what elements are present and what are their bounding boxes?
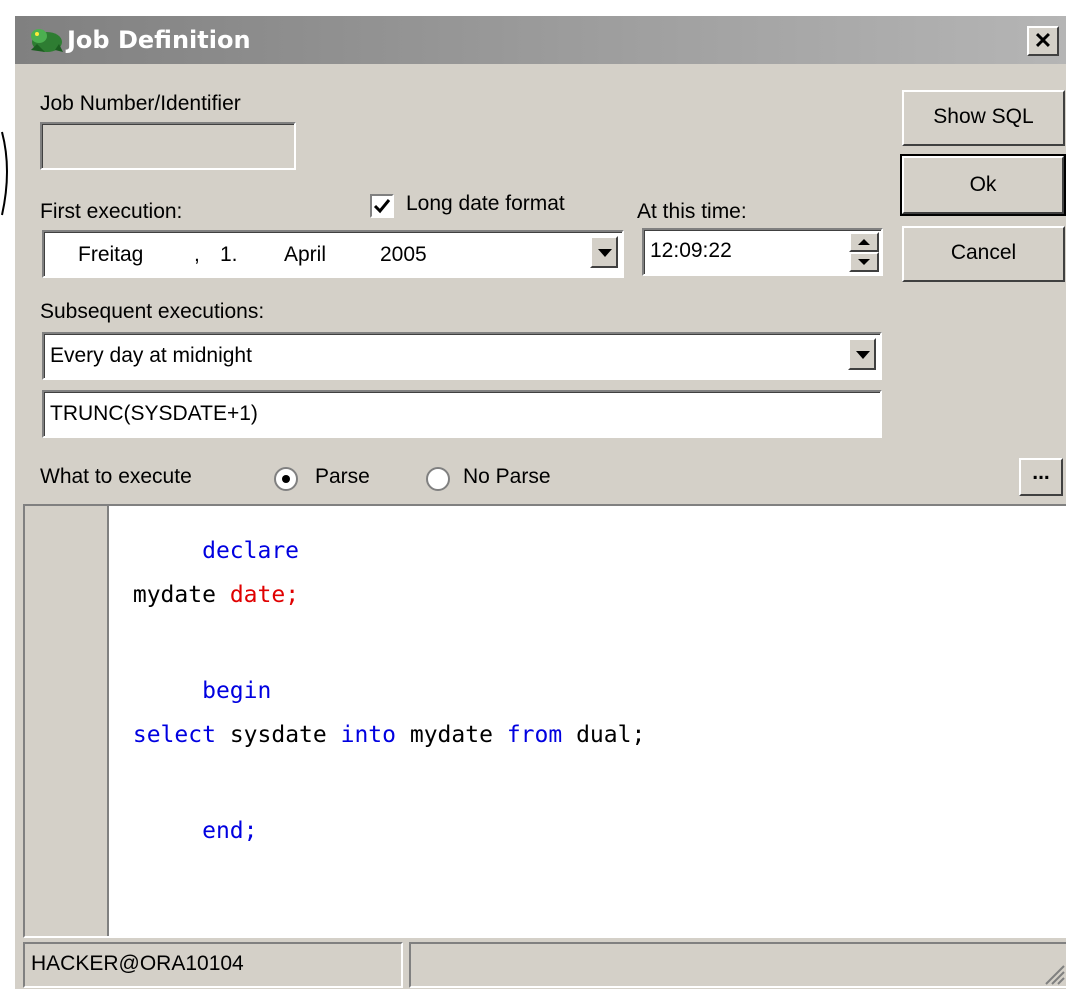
close-button[interactable]: ✕ xyxy=(1027,26,1059,56)
resize-grip-icon[interactable] xyxy=(1040,960,1066,986)
toad-icon xyxy=(31,29,63,52)
first-execution-date-picker[interactable]: Freitag , 1. April 2005 xyxy=(42,230,624,278)
subsequent-selected-value: Every day at midnight xyxy=(50,344,252,367)
interval-expression-input[interactable]: TRUNC(SYSDATE+1) xyxy=(42,390,882,438)
ok-button-default-frame: Ok xyxy=(900,154,1066,216)
date-weekday: Freitag xyxy=(78,243,144,266)
date-year: 2005 xyxy=(380,243,427,266)
check-icon xyxy=(373,199,391,214)
code-dual: dual; xyxy=(576,722,646,748)
code-keyword-end: end; xyxy=(202,818,258,844)
close-icon: ✕ xyxy=(1033,28,1053,53)
code-line-3: begin xyxy=(119,652,271,730)
interval-expression-value: TRUNC(SYSDATE+1) xyxy=(50,402,258,425)
code-line-5: end; xyxy=(119,792,257,870)
date-day: 1. xyxy=(220,243,238,266)
date-month: April xyxy=(284,243,327,266)
time-spinner[interactable]: 12:09:22 xyxy=(642,228,883,276)
ellipsis-button[interactable]: ... xyxy=(1019,458,1063,496)
title-bar[interactable]: Job Definition ✕ xyxy=(15,16,1066,64)
code-keyword-into: into xyxy=(340,722,396,748)
job-number-field[interactable] xyxy=(40,122,296,170)
code-keyword-select: select xyxy=(132,722,216,748)
parse-label: Parse xyxy=(315,465,370,488)
radio-selected-icon xyxy=(274,467,298,491)
time-value: 12:09:22 xyxy=(650,239,732,262)
editor-gutter xyxy=(25,506,109,936)
ok-button[interactable]: Ok xyxy=(902,156,1064,214)
subsequent-executions-select[interactable]: Every day at midnight xyxy=(42,332,882,380)
no-parse-label: No Parse xyxy=(463,465,551,488)
code-line-4: select sysdate into mydate from dual; xyxy=(119,722,645,748)
subsequent-dropdown-button[interactable] xyxy=(848,338,876,370)
sql-editor[interactable]: declare mydate date; begin select sysdat… xyxy=(23,504,1066,938)
date-dropdown-button[interactable] xyxy=(590,236,618,268)
cancel-button[interactable]: Cancel xyxy=(902,226,1065,282)
code-sysdate: sysdate xyxy=(229,722,327,748)
status-connection: HACKER@ORA10104 xyxy=(23,942,403,988)
code-type: date; xyxy=(229,582,300,608)
long-date-format-label: Long date format xyxy=(406,192,565,215)
job-definition-dialog: Job Definition ✕ Job Number/Identifier F… xyxy=(13,14,1066,989)
code-mydate: mydate xyxy=(409,722,493,748)
code-line-2: mydate date; xyxy=(119,582,299,608)
date-separator: , xyxy=(194,243,200,266)
code-keyword-begin: begin xyxy=(202,678,272,704)
code-line-1: declare xyxy=(119,512,299,590)
background-window-edge xyxy=(1,131,8,216)
code-var: mydate xyxy=(132,582,216,608)
status-info xyxy=(409,942,1066,988)
what-to-execute-label: What to execute xyxy=(40,465,192,488)
code-keyword-from: from xyxy=(506,722,563,748)
window-title: Job Definition xyxy=(67,26,251,54)
job-number-label: Job Number/Identifier xyxy=(40,92,241,115)
first-execution-label: First execution: xyxy=(40,200,183,223)
at-this-time-label: At this time: xyxy=(637,200,747,223)
code-keyword-declare: declare xyxy=(202,538,300,564)
subsequent-executions-label: Subsequent executions: xyxy=(40,300,265,323)
spinner-icon[interactable] xyxy=(849,232,879,272)
show-sql-button[interactable]: Show SQL xyxy=(902,90,1065,146)
radio-unselected-icon xyxy=(426,467,450,491)
